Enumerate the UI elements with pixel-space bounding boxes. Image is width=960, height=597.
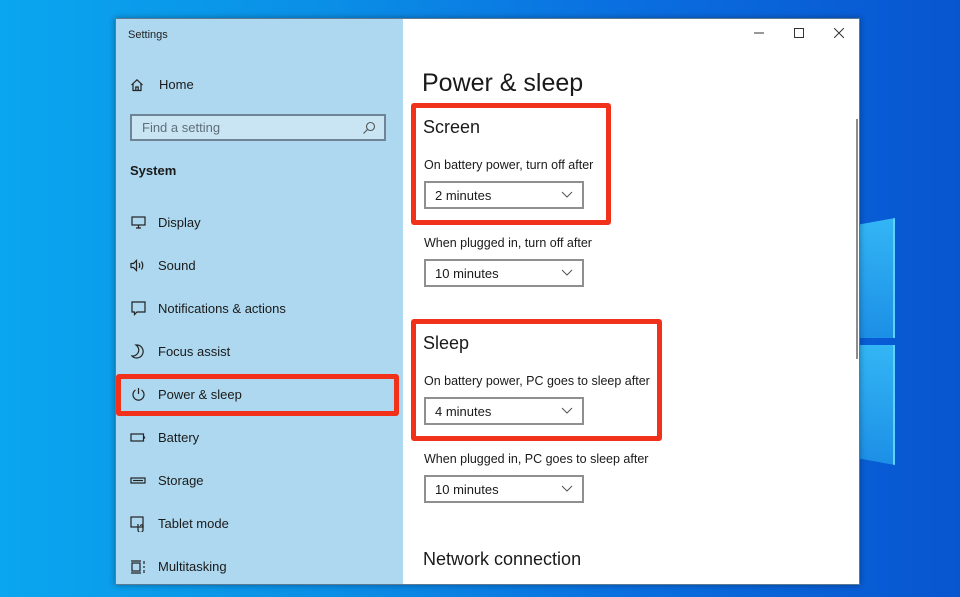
power-icon — [130, 387, 146, 403]
storage-icon — [130, 473, 146, 489]
scrollbar[interactable] — [856, 119, 858, 359]
sidebar-item-label: Multitasking — [158, 559, 227, 574]
window-controls — [739, 19, 859, 49]
minimize-button[interactable] — [739, 19, 779, 49]
battery-icon — [130, 430, 146, 446]
chevron-down-icon — [561, 407, 573, 415]
sidebar-item-display[interactable]: Display — [116, 201, 403, 244]
sidebar-home[interactable]: Home — [130, 77, 194, 92]
sidebar-item-notifications[interactable]: Notifications & actions — [116, 287, 403, 330]
screen-plugged-label: When plugged in, turn off after — [424, 236, 592, 250]
sleep-plugged-label: When plugged in, PC goes to sleep after — [424, 452, 649, 466]
sidebar-item-label: Focus assist — [158, 344, 231, 359]
sleep-plugged-dropdown[interactable]: 10 minutes — [424, 475, 584, 503]
screen-battery-dropdown[interactable]: 2 minutes — [424, 181, 584, 209]
dropdown-value: 2 minutes — [435, 187, 492, 203]
sidebar-item-power-sleep[interactable]: Power & sleep — [116, 373, 403, 416]
dropdown-value: 4 minutes — [435, 403, 492, 419]
sidebar-item-multitasking[interactable]: Multitasking — [116, 545, 403, 584]
maximize-button[interactable] — [779, 19, 819, 49]
close-icon — [833, 25, 845, 43]
chevron-down-icon — [561, 269, 573, 277]
display-icon — [130, 215, 146, 231]
sleep-section-title: Sleep — [423, 333, 470, 353]
content-pane: Power & sleep Screen On battery power, t… — [403, 19, 859, 584]
sleep-battery-dropdown[interactable]: 4 minutes — [424, 397, 584, 425]
search-input[interactable] — [140, 119, 362, 136]
notifications-icon — [130, 301, 146, 317]
page-title: Power & sleep — [422, 69, 584, 97]
logo-pane-top — [855, 218, 895, 338]
sidebar-item-label: Battery — [158, 430, 200, 445]
close-button[interactable] — [819, 19, 859, 49]
minimize-icon — [754, 25, 764, 43]
home-icon — [130, 78, 146, 92]
sidebar-item-label: Storage — [158, 473, 204, 488]
logo-pane-bottom — [855, 345, 895, 465]
screen-battery-label: On battery power, turn off after — [424, 158, 594, 172]
chevron-down-icon — [561, 485, 573, 493]
sidebar-item-label: Tablet mode — [158, 516, 229, 531]
sidebar-item-sound[interactable]: Sound — [116, 244, 403, 287]
sidebar-item-battery[interactable]: Battery — [116, 416, 403, 459]
sound-icon — [130, 258, 146, 274]
sidebar-item-label: Power & sleep — [158, 387, 242, 402]
search-icon[interactable] — [362, 121, 376, 135]
tablet-mode-icon — [130, 515, 146, 532]
network-section-title: Network connection — [423, 549, 582, 569]
screen-section-title: Screen — [423, 117, 481, 137]
sidebar-item-tablet-mode[interactable]: Tablet mode — [116, 502, 403, 545]
dropdown-value: 10 minutes — [435, 481, 499, 497]
settings-window: Settings Home System Dis — [115, 18, 860, 585]
sidebar-item-label: Sound — [158, 258, 196, 273]
dropdown-value: 10 minutes — [435, 265, 499, 281]
maximize-icon — [794, 25, 804, 43]
sidebar-item-label: Notifications & actions — [158, 301, 286, 316]
windows-desktop-logo — [855, 210, 895, 470]
home-label: Home — [159, 77, 194, 92]
chevron-down-icon — [561, 191, 573, 199]
sleep-battery-label: On battery power, PC goes to sleep after — [424, 374, 650, 388]
sidebar-item-storage[interactable]: Storage — [116, 459, 403, 502]
sidebar-nav: Display Sound Notifications & actions Fo… — [116, 201, 403, 584]
moon-icon — [130, 344, 146, 360]
section-label-system: System — [130, 163, 177, 178]
sidebar-item-focus-assist[interactable]: Focus assist — [116, 330, 403, 373]
screen-plugged-dropdown[interactable]: 10 minutes — [424, 259, 584, 287]
sidebar-item-label: Display — [158, 215, 201, 230]
multitasking-icon — [130, 559, 146, 575]
sidebar: Settings Home System Dis — [116, 19, 403, 584]
app-title: Settings — [128, 29, 168, 41]
search-box[interactable] — [130, 114, 386, 141]
